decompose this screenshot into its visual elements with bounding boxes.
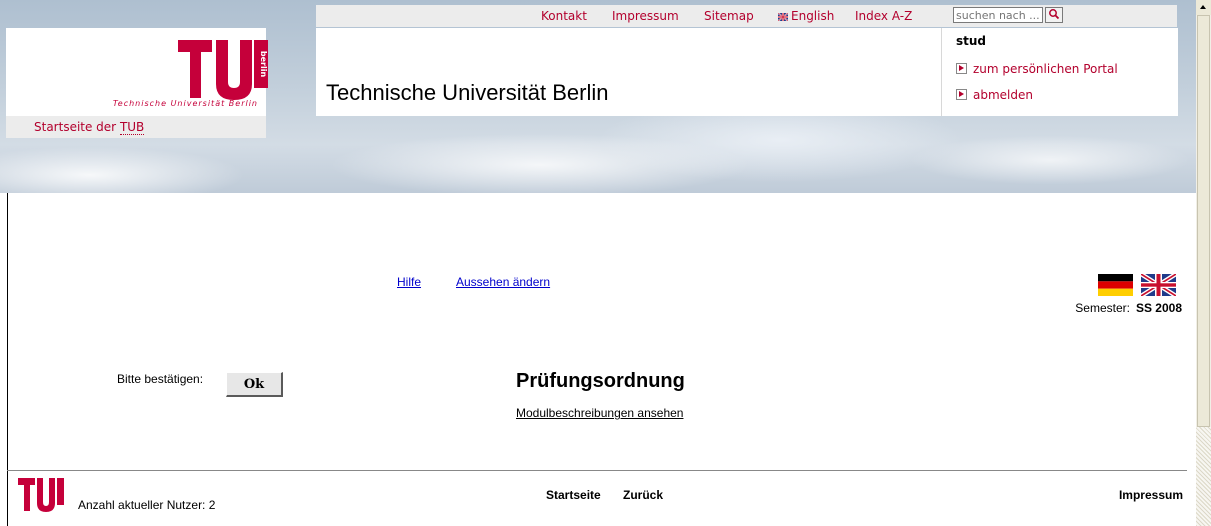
arrow-right-icon: [956, 89, 967, 100]
uk-flag-icon: [778, 13, 788, 21]
search-button[interactable]: [1045, 7, 1063, 23]
footer-back-link[interactable]: Zurück: [623, 488, 663, 502]
portal-link-label: zum persönlichen Portal: [973, 62, 1118, 76]
logo-mark: berlin: [259, 51, 268, 78]
home-bar: Startseite der TUB: [6, 116, 266, 138]
search-icon: [1049, 9, 1060, 20]
scroll-track[interactable]: [1196, 427, 1211, 526]
help-link[interactable]: Hilfe: [397, 275, 421, 289]
ok-button[interactable]: Ok: [226, 372, 283, 397]
user-box: stud zum persönlichen Portal abmelden: [941, 28, 1178, 116]
tu-berlin-logo[interactable]: berlin: [178, 38, 270, 100]
site-title: Technische Universität Berlin: [326, 80, 609, 105]
scroll-thumb[interactable]: [1197, 15, 1210, 427]
arrow-right-icon: [956, 63, 967, 74]
semester-label: Semester:: [1075, 301, 1130, 315]
nav-english-label: English: [791, 9, 835, 23]
scroll-up-arrow-icon[interactable]: [1196, 0, 1211, 15]
title-box: Technische Universität Berlin: [316, 28, 942, 116]
footer-impressum-link[interactable]: Impressum: [1119, 488, 1183, 502]
home-link-prefix: Startseite der: [34, 120, 120, 134]
active-users: Anzahl aktueller Nutzer: 2: [78, 498, 215, 512]
appearance-link[interactable]: Aussehen ändern: [456, 275, 550, 289]
logo-box: berlin Technische Universität Berlin: [6, 28, 268, 116]
uk-flag-icon[interactable]: [1141, 274, 1176, 296]
nav-kontakt-link[interactable]: Kontakt: [541, 9, 587, 23]
logout-link[interactable]: abmelden: [956, 88, 1033, 102]
portal-link[interactable]: zum persönlichen Portal: [956, 62, 1118, 76]
logo-caption: Technische Universität Berlin: [112, 99, 258, 108]
left-divider: [7, 193, 8, 526]
footer-home-link[interactable]: Startseite: [546, 488, 601, 502]
nav-sitemap-link[interactable]: Sitemap: [704, 9, 754, 23]
nav-impressum-link[interactable]: Impressum: [612, 9, 679, 23]
active-users-label: Anzahl aktueller Nutzer:: [78, 498, 206, 512]
nav-index-link[interactable]: Index A-Z: [855, 9, 912, 23]
active-users-count: 2: [208, 498, 216, 512]
semester-indicator: Semester: SS 2008: [1075, 301, 1182, 315]
page-scrollbar[interactable]: [1196, 0, 1211, 526]
german-flag-icon[interactable]: [1098, 274, 1133, 296]
home-link-abbr: TUB: [119, 120, 145, 135]
user-name: stud: [956, 34, 987, 48]
search-input[interactable]: [953, 7, 1043, 23]
footer-divider: [7, 470, 1187, 471]
nav-english-link[interactable]: English: [778, 9, 834, 23]
logout-link-label: abmelden: [973, 88, 1033, 102]
home-link[interactable]: Startseite der TUB: [34, 120, 145, 135]
page-title: Prüfungsordnung: [516, 370, 685, 392]
semester-value: SS 2008: [1135, 301, 1182, 315]
tu-logo-small: [18, 478, 64, 512]
search-area: [941, 5, 1177, 27]
header-banner: Kontakt Impressum Sitemap English Index …: [0, 0, 1196, 193]
module-descriptions-link[interactable]: Modulbeschreibungen ansehen: [516, 406, 683, 420]
top-navigation: Kontakt Impressum Sitemap English Index …: [316, 5, 942, 27]
confirm-label: Bitte bestätigen:: [117, 372, 204, 386]
